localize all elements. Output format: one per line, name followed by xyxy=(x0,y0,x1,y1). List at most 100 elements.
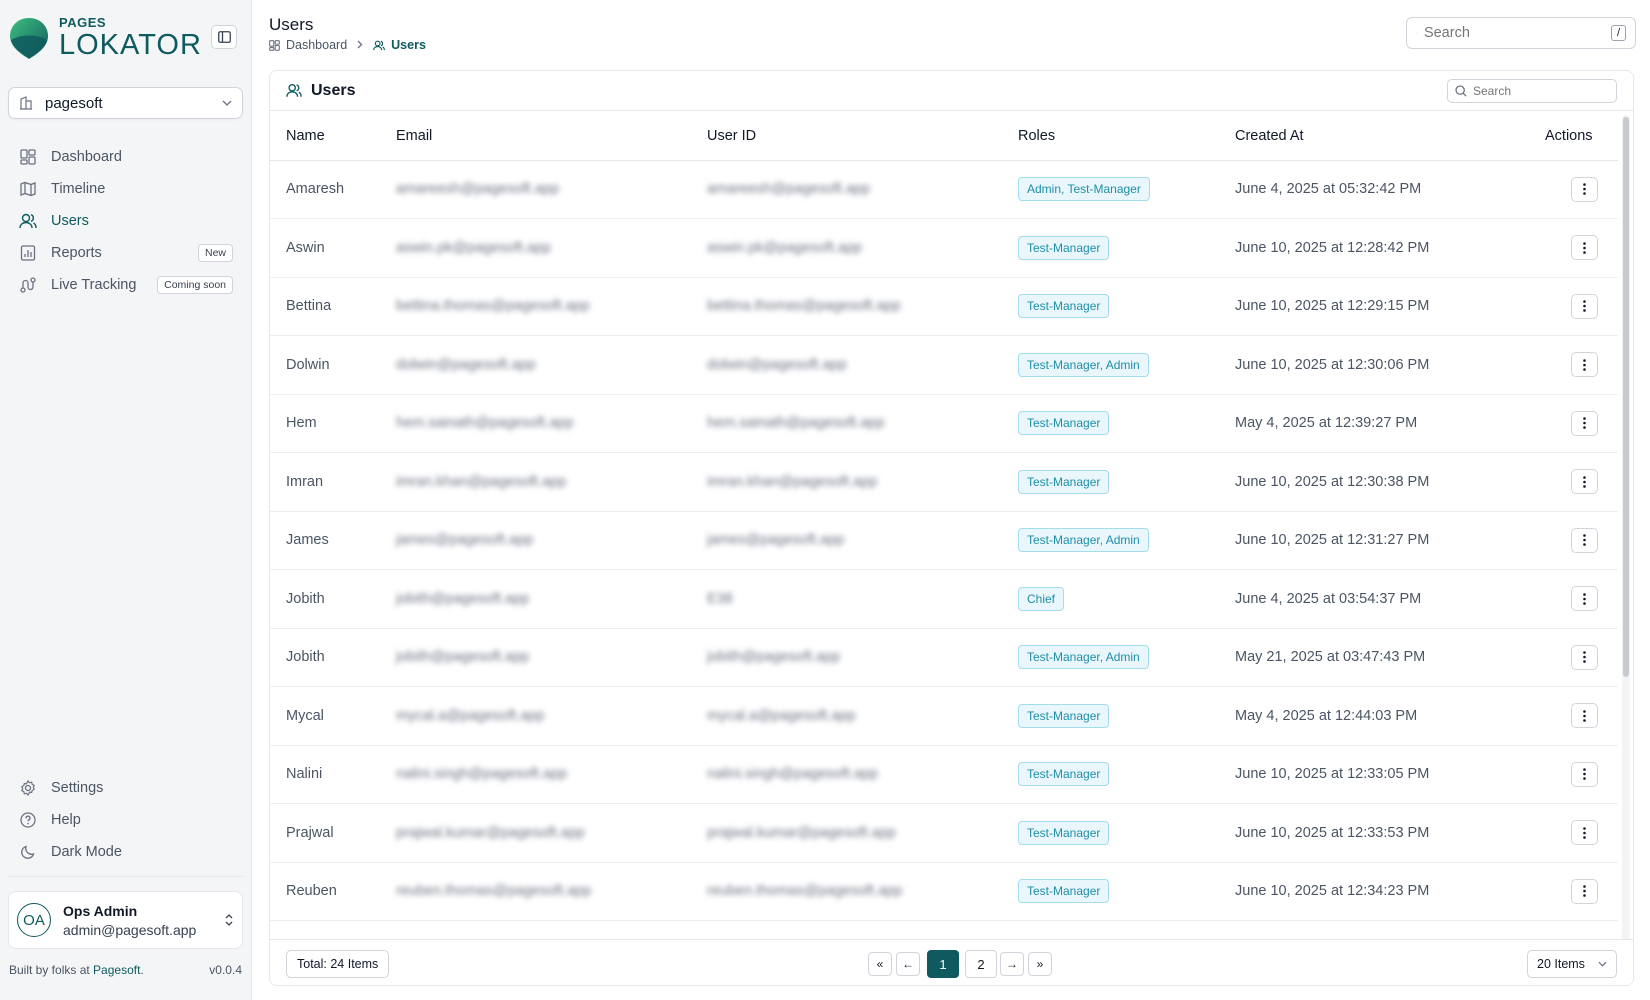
row-actions-button[interactable] xyxy=(1571,176,1598,202)
column-header-roles[interactable]: Roles xyxy=(1018,112,1235,161)
sidebar-item-live-tracking[interactable]: Live Tracking Coming soon xyxy=(8,269,243,301)
role-badge: Test-Manager, Admin xyxy=(1018,645,1149,670)
cell-created-at: May 21, 2025 at 03:47:43 PM xyxy=(1235,628,1525,687)
row-actions-button[interactable] xyxy=(1571,761,1598,787)
organization-select[interactable]: pagesoft xyxy=(8,87,243,119)
cell-email: jobith@pagesoft.app xyxy=(396,590,530,607)
cell-empty xyxy=(1525,920,1618,941)
table-row: Hem hem.sainath@pagesoft.app hem.sainath… xyxy=(270,394,1618,453)
sidebar-nav: Dashboard Timeline Users Reports New Liv… xyxy=(8,141,243,301)
new-badge: New xyxy=(197,244,233,262)
last-page-button[interactable]: » xyxy=(1028,952,1052,976)
next-page-button[interactable]: → xyxy=(1000,952,1024,976)
row-actions-button[interactable] xyxy=(1571,293,1598,319)
user-menu[interactable]: OA Ops Admin admin@pagesoft.app xyxy=(8,891,243,949)
column-header-created-at[interactable]: Created At xyxy=(1235,112,1525,161)
sidebar-toggle-button[interactable] xyxy=(211,25,237,49)
sidebar-item-settings[interactable]: Settings xyxy=(8,772,243,804)
coming-soon-badge: Coming soon xyxy=(157,276,233,294)
sidebar-item-dark-mode[interactable]: Dark Mode xyxy=(8,836,243,868)
cell-user-id: E38 xyxy=(707,590,733,607)
table-scrollbar[interactable] xyxy=(1622,115,1630,943)
more-vertical-icon xyxy=(1583,475,1586,488)
table-search-input[interactable] xyxy=(1473,84,1603,98)
company-link[interactable]: Pagesoft xyxy=(93,963,140,977)
cell-empty xyxy=(707,920,1018,941)
building-icon xyxy=(20,96,32,110)
chevron-down-icon xyxy=(222,100,232,106)
sidebar: PAGES LOKATOR pagesoft Dashboard Timelin… xyxy=(0,0,252,1000)
app: PAGES LOKATOR pagesoft Dashboard Timelin… xyxy=(0,0,1650,1000)
more-vertical-icon xyxy=(1583,651,1586,664)
cell-created-at: June 10, 2025 at 12:33:05 PM xyxy=(1235,745,1525,804)
row-actions-button[interactable] xyxy=(1571,586,1598,612)
row-actions-button[interactable] xyxy=(1571,527,1598,553)
page-size-select[interactable]: 20 Items xyxy=(1527,950,1617,978)
cell-user-id: james@pagesoft.app xyxy=(707,532,845,549)
column-header-name[interactable]: Name xyxy=(270,112,396,161)
row-actions-button[interactable] xyxy=(1571,820,1598,846)
sidebar-item-dashboard[interactable]: Dashboard xyxy=(8,141,243,173)
lokator-logo-icon xyxy=(10,18,48,59)
cell-email: prajwal.kumar@pagesoft.app xyxy=(396,824,585,841)
row-actions-button[interactable] xyxy=(1571,235,1598,261)
brand-text: PAGES LOKATOR xyxy=(59,16,202,60)
table-row: Prajwal prajwal.kumar@pagesoft.app prajw… xyxy=(270,803,1618,863)
cell-email: aswin.pk@pagesoft.app xyxy=(396,239,551,256)
row-actions-button[interactable] xyxy=(1571,410,1598,436)
sidebar-item-users[interactable]: Users xyxy=(8,205,243,237)
page-title: Users xyxy=(269,15,314,34)
sidebar-item-help[interactable]: Help xyxy=(8,804,243,836)
card-header: Users xyxy=(270,71,1633,111)
cell-name: Jobith xyxy=(270,569,396,629)
cell-created-at: June 10, 2025 at 12:30:06 PM xyxy=(1235,335,1525,395)
cell-user-id: prajwal.kumar@pagesoft.app xyxy=(707,824,896,841)
breadcrumb-dashboard[interactable]: Dashboard xyxy=(286,38,347,52)
cell-name: Dolwin xyxy=(270,335,396,395)
prev-page-button[interactable]: ← xyxy=(896,952,920,976)
cell-name: Aswin xyxy=(270,218,396,278)
more-vertical-icon xyxy=(1583,826,1586,839)
route-icon xyxy=(18,275,38,295)
breadcrumb: Dashboard Users xyxy=(269,38,426,52)
user-email: admin@pagesoft.app xyxy=(63,921,197,938)
built-by-prefix: Built by folks at xyxy=(9,963,94,977)
main-content: Users Dashboard Users / Users xyxy=(252,0,1650,1000)
row-actions-button[interactable] xyxy=(1571,469,1598,495)
table-row: Amaresh amareesh@pagesoft.app amareesh@p… xyxy=(270,160,1618,219)
organization-name: pagesoft xyxy=(45,94,103,112)
cell-created-at: June 10, 2025 at 12:30:38 PM xyxy=(1235,452,1525,512)
brand-small: PAGES xyxy=(59,15,107,30)
page-1-button[interactable]: 1 xyxy=(927,950,959,978)
role-badge: Test-Manager xyxy=(1018,762,1110,787)
more-vertical-icon xyxy=(1583,358,1586,371)
global-search-input[interactable] xyxy=(1423,25,1611,41)
sidebar-item-reports[interactable]: Reports New xyxy=(8,237,243,269)
sidebar-footer: Built by folks at Pagesoft. v0.0.4 xyxy=(8,963,243,977)
cell-name: Reuben xyxy=(270,862,396,921)
scrollbar-thumb[interactable] xyxy=(1623,117,1629,677)
help-icon xyxy=(18,810,38,830)
cell-name: Mycal xyxy=(270,686,396,746)
brand-big: LOKATOR xyxy=(59,29,202,61)
chevron-up-down-icon xyxy=(225,914,233,926)
column-header-email[interactable]: Email xyxy=(396,112,707,161)
first-page-button[interactable]: « xyxy=(868,952,892,976)
row-actions-button[interactable] xyxy=(1571,703,1598,729)
cell-created-at: June 10, 2025 at 12:33:53 PM xyxy=(1235,803,1525,863)
global-search[interactable]: / xyxy=(1406,17,1636,49)
built-by-suffix: . xyxy=(140,963,144,977)
pagination: « ← 1 2 → » xyxy=(868,950,1056,978)
more-vertical-icon xyxy=(1583,885,1586,898)
column-header-user-id[interactable]: User ID xyxy=(707,112,1018,161)
cell-empty xyxy=(1235,920,1525,941)
gear-icon xyxy=(18,778,38,798)
cell-name: James xyxy=(270,511,396,570)
table-search[interactable] xyxy=(1447,79,1617,103)
row-actions-button[interactable] xyxy=(1571,878,1598,904)
row-actions-button[interactable] xyxy=(1571,352,1598,378)
sidebar-item-label: Settings xyxy=(51,780,104,796)
sidebar-item-timeline[interactable]: Timeline xyxy=(8,173,243,205)
row-actions-button[interactable] xyxy=(1571,644,1598,670)
page-2-button[interactable]: 2 xyxy=(965,950,997,978)
